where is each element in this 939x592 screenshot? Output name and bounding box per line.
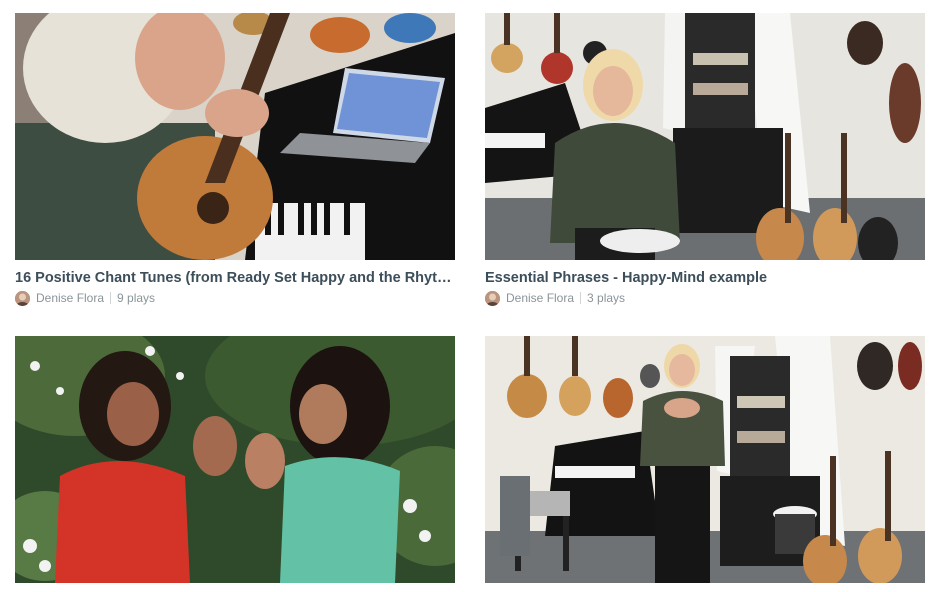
avatar[interactable]	[15, 290, 30, 306]
thumbnail-image	[485, 336, 925, 583]
video-thumbnail[interactable]	[15, 13, 455, 260]
video-card[interactable]: 16 Positive Chant Tunes (from Ready Set …	[15, 13, 455, 306]
video-title[interactable]: Essential Phrases - Happy-Mind example	[485, 269, 925, 287]
video-meta: Denise Flora 9 plays	[15, 290, 455, 306]
play-count: 3 plays	[587, 291, 626, 305]
play-count: 9 plays	[117, 291, 156, 305]
video-thumbnail[interactable]	[485, 13, 925, 260]
video-thumbnail[interactable]	[15, 336, 455, 583]
thumbnail-image	[15, 13, 455, 260]
avatar[interactable]	[485, 290, 500, 306]
thumbnail-image	[485, 13, 925, 260]
video-thumbnail[interactable]	[485, 336, 925, 583]
video-title[interactable]: 16 Positive Chant Tunes (from Ready Set …	[15, 269, 455, 287]
author-link[interactable]: Denise Flora	[506, 290, 574, 306]
author-link[interactable]: Denise Flora	[36, 290, 104, 306]
video-card[interactable]: Essential Phrases - Happy-Mind example D…	[485, 13, 925, 306]
meta-divider	[110, 292, 112, 304]
video-meta: Denise Flora 3 plays	[485, 290, 925, 306]
video-card[interactable]	[15, 336, 455, 592]
meta-divider	[580, 292, 582, 304]
thumbnail-image	[15, 336, 455, 583]
video-card[interactable]	[485, 336, 925, 592]
